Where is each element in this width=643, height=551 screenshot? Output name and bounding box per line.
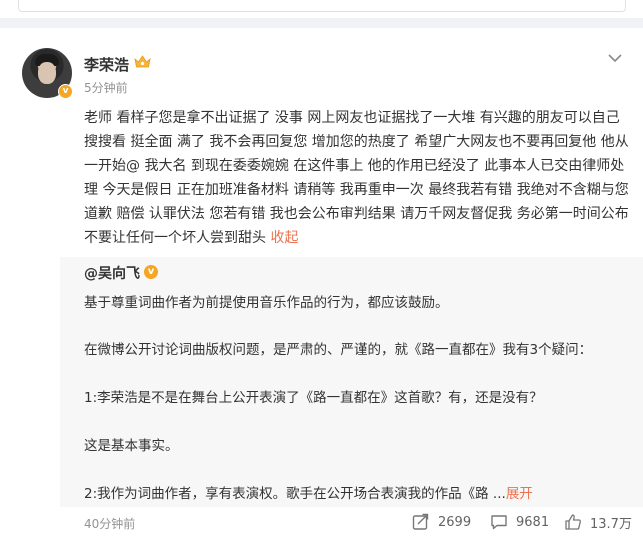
weibo-post-card: v 李荣浩 5分钟前 老师 看样子您是拿不出证据了 没事 网上网友也证据找了一大… [0,28,643,551]
previous-card-edge [0,0,643,18]
expand-link[interactable]: 展开 [506,486,533,502]
repost-line: 在微博公开讨论词曲版权问题，是严肃的、严谨的，就《路一直都在》我有3个疑问： [84,342,593,358]
avatar-face [38,62,56,84]
repost-icon [412,513,429,530]
repost-line: 这是基本事实。 [84,438,179,454]
repost-time[interactable]: 40分钟前 [84,515,135,532]
avatar[interactable]: v [22,48,73,99]
previous-comment-input[interactable] [18,0,626,12]
like-count: 13.7万 [590,516,632,532]
repost-author[interactable]: @吴向飞 [84,263,140,283]
repost-verified-badge: v [144,265,158,279]
comment-stat[interactable]: 9681 [490,512,549,532]
verified-badge: v [58,84,73,99]
comment-count: 9681 [516,514,550,530]
repost-line: 1:李荣浩是不是在舞台上公开表演了《路一直都在》这首歌？有，还是没有？ [84,390,543,406]
repost-line-truncated: 2:我作为词曲作者，享有表演权。歌手在公开场合表演我的作品《路 ...展开 [84,482,533,502]
like-icon [565,514,581,530]
repost-footer: 40分钟前 2699 9681 13.7万 [0,508,643,551]
comment-icon [491,515,507,530]
like-stat[interactable]: 13.7万 [564,512,632,532]
post-time[interactable]: 5分钟前 [84,79,128,96]
repost-line-text: 2:我作为词曲作者，享有表演权。歌手在公开场合表演我的作品《路 ... [84,486,506,502]
chevron-down-icon[interactable] [606,52,624,64]
username[interactable]: 李荣浩 [84,54,129,75]
crown-badge-icon [134,55,151,68]
repost-block[interactable]: @吴向飞 v 基于尊重词曲作者为前提使用音乐作品的行为，都应该鼓励。 在微博公开… [60,257,643,507]
post-text: 老师 看样子您是拿不出证据了 没事 网上网友也证据找了一大堆 有兴趣的朋友可以自… [84,106,630,250]
repost-stat[interactable]: 2699 [412,512,471,532]
repost-count: 2699 [438,514,472,530]
post-text-content: 老师 看样子您是拿不出证据了 没事 网上网友也证据找了一大堆 有兴趣的朋友可以自… [84,110,629,246]
collapse-link[interactable]: 收起 [270,230,298,246]
repost-line: 基于尊重词曲作者为前提使用音乐作品的行为，都应该鼓励。 [84,295,449,311]
